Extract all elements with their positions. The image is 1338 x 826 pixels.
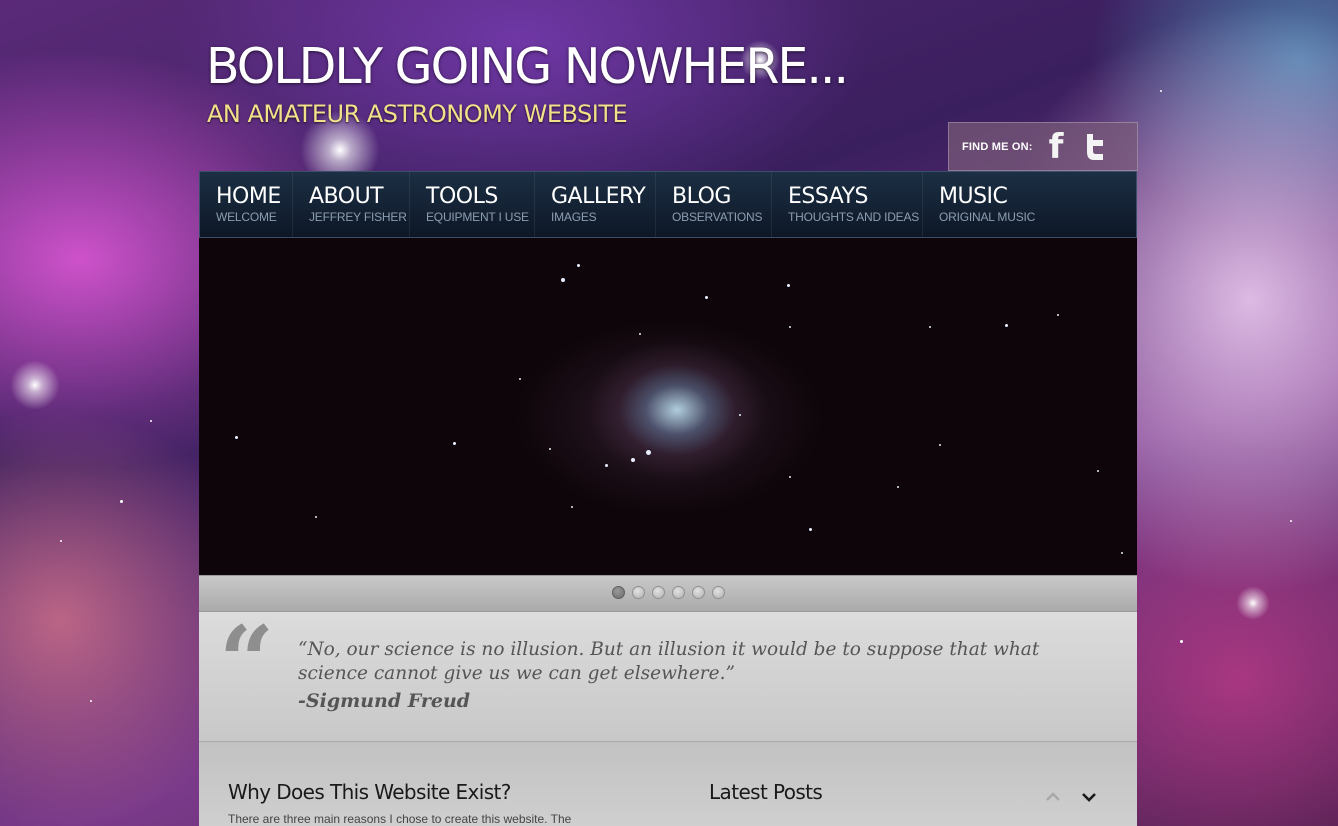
nebula-star [235,436,238,439]
nebula-star [315,516,317,518]
nebula-star [639,333,641,335]
nav-item-gallery[interactable]: GALLERY IMAGES [535,172,656,237]
nebula-star [789,326,791,328]
nav-item-blog[interactable]: BLOG OBSERVATIONS [656,172,772,237]
nav-item-label: GALLERY [551,184,646,209]
nebula-star [789,476,791,478]
slider-dot[interactable] [692,586,705,599]
quote-mark-icon: “ [219,605,275,718]
why-section-body: There are three main reasons I chose to … [228,812,572,826]
chevron-up-icon [1046,792,1060,801]
posts-scroll-up-button[interactable] [1040,784,1066,810]
slider-dot[interactable] [652,586,665,599]
background-flare [1236,586,1270,620]
main-nav: HOME WELCOME ABOUT JEFFREY FISHER TOOLS … [199,171,1137,238]
background-star [1290,520,1292,522]
nav-item-sublabel: EQUIPMENT I USE [426,210,529,224]
nav-item-label: MUSIC [939,184,1008,209]
posts-scroll-down-button[interactable] [1076,784,1102,810]
nav-item-sublabel: OBSERVATIONS [672,210,763,224]
nebula-star [549,448,551,450]
slider-dot[interactable] [612,586,625,599]
nebula-star [1005,324,1008,327]
background-star [120,500,123,503]
nebula-star [571,506,573,508]
nebula-star [787,284,790,287]
nav-item-essays[interactable]: ESSAYS THOUGHTS AND IDEAS [772,172,923,237]
nav-item-home[interactable]: HOME WELCOME [200,172,293,237]
nav-item-about[interactable]: ABOUT JEFFREY FISHER [293,172,410,237]
social-label: FIND ME ON: [962,140,1033,153]
quote-text: “No, our science is no illusion. But an … [298,639,1040,684]
hero-slide-image[interactable] [199,238,1137,575]
slider-dot[interactable] [632,586,645,599]
nebula-star [939,444,941,446]
background-star [1160,90,1162,92]
nebula-star [1057,314,1059,316]
background-flare [10,360,60,410]
latest-posts-title: Latest Posts [709,780,823,804]
why-section-title: Why Does This Website Exist? [228,780,511,804]
nebula-star [646,450,651,455]
nav-item-sublabel: THOUGHTS AND IDEAS [788,210,920,224]
background-star [1180,640,1183,643]
nebula-star [453,442,456,445]
nav-item-label: ESSAYS [788,184,868,209]
site-title[interactable]: BOLDLY GOING NOWHERE... [206,42,849,91]
nebula-star [1121,552,1123,554]
slider-dot[interactable] [672,586,685,599]
nebula-star [631,458,635,462]
nebula-star [605,464,608,467]
nav-item-label: HOME [216,184,281,209]
nebula-star [519,378,521,380]
nav-item-tools[interactable]: TOOLS EQUIPMENT I USE [410,172,535,237]
twitter-icon[interactable] [1083,133,1107,161]
nebula-star [739,414,741,416]
slider-pagination [199,575,1137,612]
nebula-star [897,486,899,488]
nebula-star [561,278,565,282]
chevron-down-icon [1082,793,1096,802]
nebula-star [929,326,931,328]
social-box: FIND ME ON: f [948,122,1138,171]
nebula-star [577,264,580,267]
nav-item-sublabel: ORIGINAL MUSIC [939,210,1036,224]
nav-item-label: BLOG [672,184,731,209]
nebula-star [705,296,708,299]
nav-item-sublabel: JEFFREY FISHER [309,210,407,224]
quote-author: -Sigmund Freud [298,690,471,712]
background-star [90,700,92,702]
nav-item-label: TOOLS [426,184,498,209]
site-subtitle: AN AMATEUR ASTRONOMY WEBSITE [207,100,628,128]
nav-item-sublabel: WELCOME [216,210,277,224]
background-star [150,420,152,422]
content-area: Why Does This Website Exist? There are t… [199,742,1137,826]
nebula-star [809,528,812,531]
quote-box: “ “No, our science is no illusion. But a… [199,612,1137,742]
nav-item-label: ABOUT [309,184,384,209]
nebula-star [1097,470,1099,472]
nav-item-sublabel: IMAGES [551,210,597,224]
background-star [60,540,62,542]
facebook-icon[interactable]: f [1049,130,1064,164]
slider-dot[interactable] [712,586,725,599]
nav-item-music[interactable]: MUSIC ORIGINAL MUSIC [923,172,1043,237]
